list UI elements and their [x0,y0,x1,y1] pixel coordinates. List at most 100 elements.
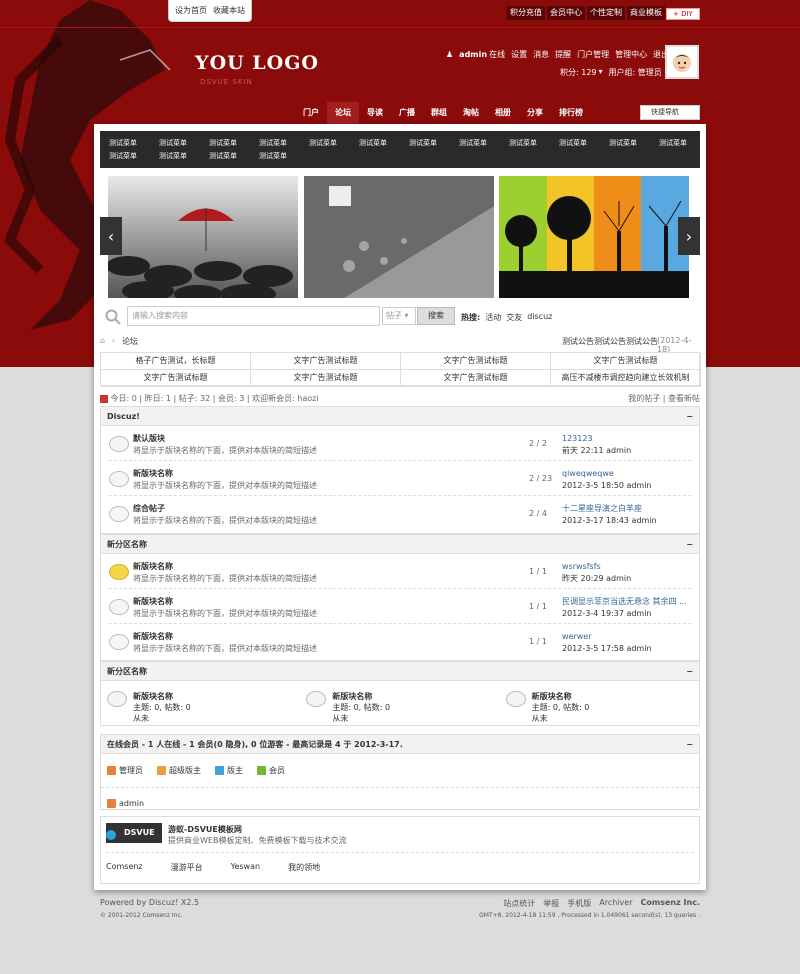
footer-link[interactable]: 举报 [543,898,559,909]
last-post-title[interactable]: wsrwsfsfs [562,561,631,573]
avatar[interactable] [665,45,699,79]
announcement[interactable]: 测试公告测试公告测试公告 [562,336,658,347]
forum-title[interactable]: 新版块名称 [133,561,173,572]
slider-next-button[interactable]: › [678,217,700,255]
footer-link[interactable]: 站点统计 [503,898,535,909]
home-icon[interactable]: ⌂ [100,336,105,345]
forum-title[interactable]: 默认版块 [133,433,165,444]
category-title[interactable]: Discuz! [107,412,140,421]
templates-link[interactable]: 商业模板 [627,6,665,20]
user-group[interactable]: 用户组: 管理员 [609,67,662,78]
reminders-link[interactable]: 提醒 [555,49,571,60]
last-post-title[interactable]: 十二星座导演之白羊座 [562,503,657,515]
member-center-link[interactable]: 会员中心 [547,6,585,20]
nav-forum[interactable]: 论坛 [327,102,359,124]
online-user-link[interactable]: admin [119,799,144,808]
slide-image-street[interactable] [304,176,494,298]
category-title[interactable]: 新分区名称 [107,540,147,549]
slide-image-umbrella[interactable] [108,176,298,298]
menu-item[interactable]: 测试菜单 [409,138,459,149]
hot-link[interactable]: 交友 [506,312,522,323]
portal-admin-link[interactable]: 门户管理 [577,49,609,60]
nav-broadcast[interactable]: 广播 [391,102,423,124]
text-ad[interactable]: 高压不减楼市调控趋向建立长效机制 [551,370,701,387]
forum-title[interactable]: 新版块名称 [332,691,372,702]
last-post-title[interactable]: werwer [562,631,652,643]
text-ad[interactable]: 文字广告测试标题 [251,370,401,387]
customize-link[interactable]: 个性定制 [587,6,625,20]
menu-item[interactable]: 测试菜单 [309,138,359,149]
slide-image-trees[interactable] [499,176,689,298]
text-link[interactable]: Comsenz [106,862,143,873]
link-title[interactable]: 游蚁-DSVUE模板网 [168,824,242,835]
set-homepage-link[interactable]: 设为首页 [175,5,207,16]
text-ad[interactable]: 文字广告测试标题 [101,370,251,387]
search-input[interactable]: 请输入搜索内容 [127,306,380,326]
footer-link[interactable]: Comsenz Inc. [641,898,700,909]
menu-item[interactable]: 测试菜单 [209,151,259,162]
admin-center-link[interactable]: 管理中心 [615,49,647,60]
category-title[interactable]: 新分区名称 [107,667,147,676]
quick-nav-button[interactable]: 快捷导航 [640,105,700,120]
menu-item[interactable]: 测试菜单 [159,151,209,162]
menu-item[interactable]: 测试菜单 [359,138,409,149]
new-posts-link[interactable]: 查看新帖 [668,394,700,403]
nav-albums[interactable]: 相册 [487,102,519,124]
online-title[interactable]: 在线会员 - 1 人在线 - 1 会员(0 隐身), 0 位游客 - 最高记录是… [107,740,403,749]
diy-button[interactable]: + DIY [666,8,700,20]
text-ad[interactable]: 格子广告测试，长标题 [101,353,251,370]
menu-item[interactable]: 测试菜单 [659,138,709,149]
collapse-icon[interactable]: − [686,535,693,554]
online-status[interactable]: 在线 [489,49,505,60]
last-post-meta[interactable]: 2012-3-17 18:43 admin [562,515,657,527]
username-link[interactable]: admin [459,50,487,59]
menu-item[interactable]: 测试菜单 [259,138,309,149]
online-header[interactable]: 在线会员 - 1 人在线 - 1 会员(0 隐身), 0 位游客 - 最高记录是… [101,735,699,754]
nav-ranking[interactable]: 排行榜 [551,102,591,124]
menu-item[interactable]: 测试菜单 [109,138,159,149]
text-ad[interactable]: 文字广告测试标题 [551,353,701,370]
last-post-meta[interactable]: 2012-3-5 18:50 admin [562,480,652,492]
menu-item[interactable]: 测试菜单 [109,151,159,162]
menu-item[interactable]: 测试菜单 [609,138,659,149]
last-post-meta[interactable]: 昨天 20:29 admin [562,573,631,585]
hot-link[interactable]: 活动 [485,312,501,323]
breadcrumb-current[interactable]: 论坛 [122,336,138,347]
my-posts-link[interactable]: 我的帖子 [628,394,660,403]
forum-title[interactable]: 新版块名称 [133,596,173,607]
category-header[interactable]: Discuz! − [101,407,699,426]
last-post-meta[interactable]: 2012-3-5 17:58 admin [562,643,652,655]
menu-item[interactable]: 测试菜单 [509,138,559,149]
forum-title[interactable]: 新版块名称 [532,691,572,702]
nav-collections[interactable]: 淘帖 [455,102,487,124]
collapse-icon[interactable]: − [686,662,693,681]
menu-item[interactable]: 测试菜单 [159,138,209,149]
forum-title[interactable]: 新版块名称 [133,468,173,479]
last-post-meta[interactable]: 前天 22:11 admin [562,445,631,457]
menu-item[interactable]: 测试菜单 [209,138,259,149]
recharge-link[interactable]: 积分充值 [507,6,545,20]
hot-link[interactable]: discuz [527,312,552,323]
category-header[interactable]: 新分区名称 − [101,535,699,554]
menu-item[interactable]: 测试菜单 [459,138,509,149]
category-header[interactable]: 新分区名称 − [101,662,699,681]
menu-item[interactable]: 测试菜单 [559,138,609,149]
text-ad[interactable]: 文字广告测试标题 [251,353,401,370]
text-link[interactable]: Yeswan [231,862,260,873]
credits-link[interactable]: 积分: 129 [560,67,597,78]
bookmark-link[interactable]: 收藏本站 [213,5,245,16]
search-type-select[interactable]: 帖子 ▾ [382,307,416,325]
nav-groups[interactable]: 群组 [423,102,455,124]
text-ad[interactable]: 文字广告测试标题 [401,370,551,387]
last-post-title[interactable]: qiweqweqwe [562,468,652,480]
text-link[interactable]: 我的领地 [288,862,320,873]
menu-item[interactable]: 测试菜单 [259,151,309,162]
forum-title[interactable]: 综合帖子 [133,503,165,514]
chevron-down-icon[interactable]: ▾ [599,67,603,78]
collapse-icon[interactable]: − [686,407,693,426]
slider-prev-button[interactable]: ‹ [100,217,122,255]
nav-guide[interactable]: 导读 [359,102,391,124]
site-logo[interactable]: YOU LOGO [195,52,319,74]
collapse-icon[interactable]: − [686,735,693,754]
footer-link[interactable]: Archiver [599,898,632,909]
